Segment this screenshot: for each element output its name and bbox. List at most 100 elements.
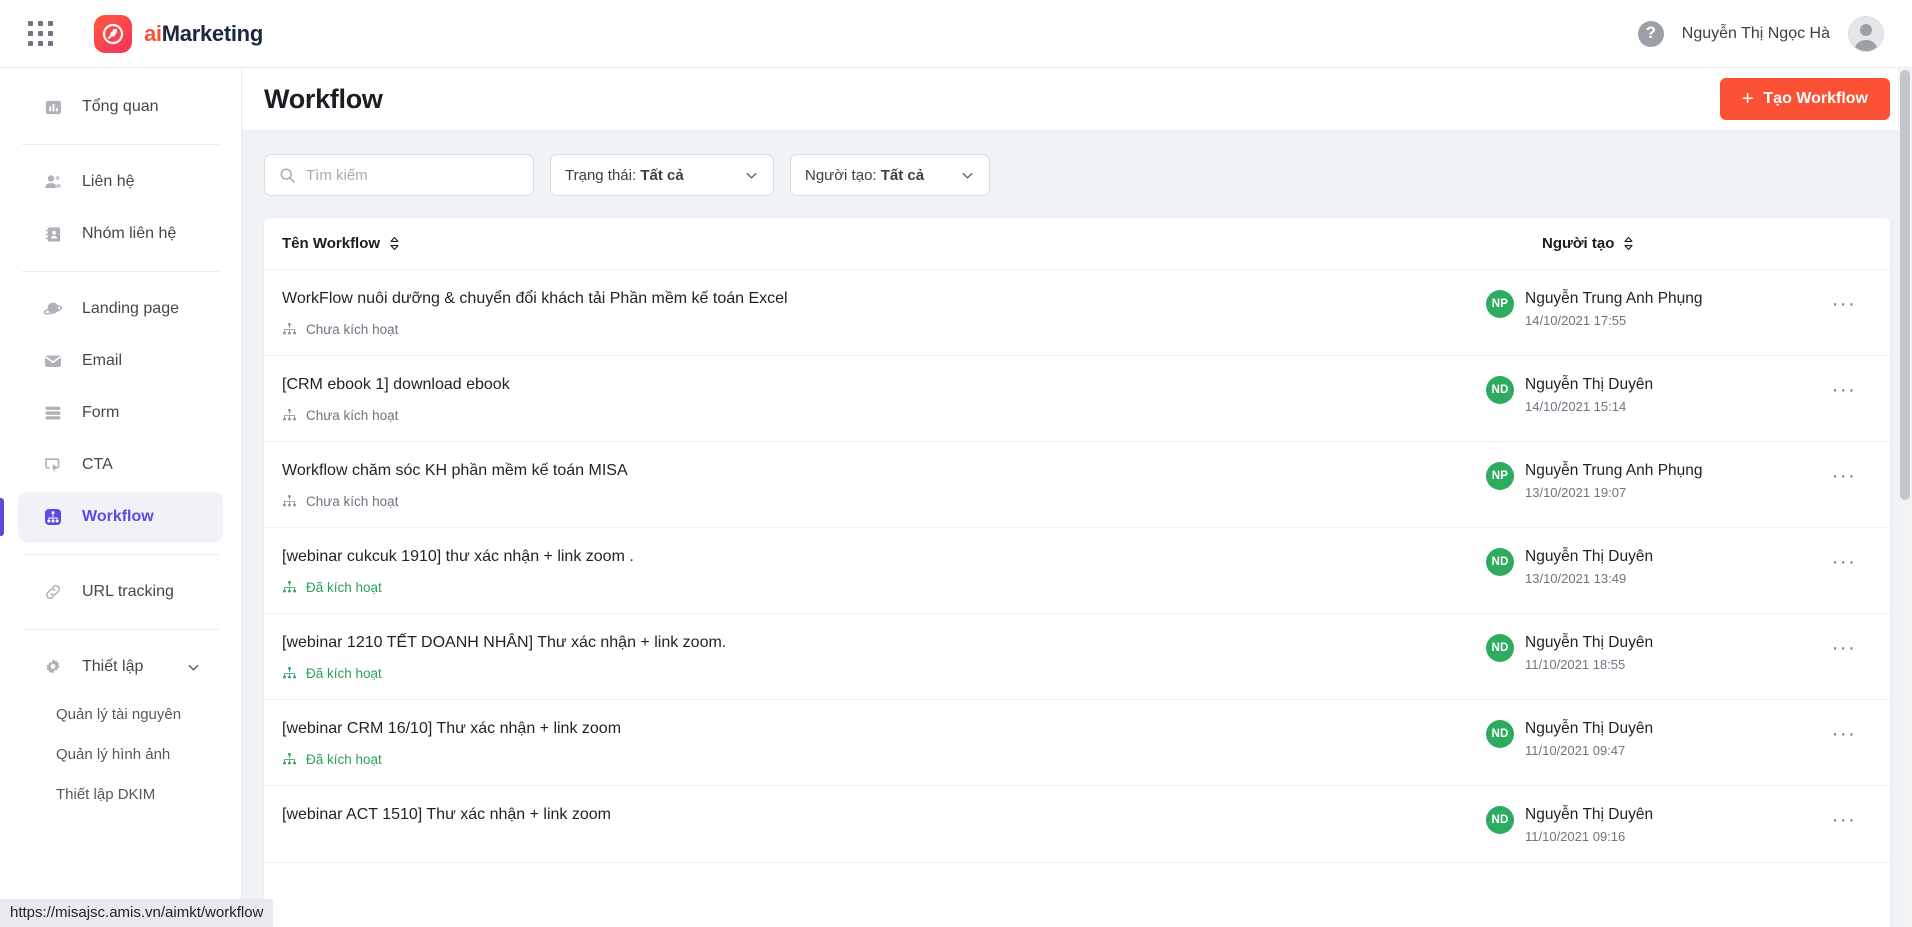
sidebar-item-label: Form <box>82 404 120 421</box>
sidebar-item-thiet-lap[interactable]: Thiết lập <box>18 642 223 692</box>
workflow-name[interactable]: [webinar cukcuk 1910] thư xác nhận + lin… <box>282 548 1486 566</box>
creator-filter-select[interactable]: Người tạo: Tất cả <box>790 154 990 196</box>
workflow-tree-icon <box>282 580 297 595</box>
creator-filter-prefix: Người tạo: <box>805 166 877 184</box>
creator-date: 11/10/2021 09:16 <box>1525 829 1626 844</box>
column-header-name[interactable]: Tên Workflow <box>282 235 1542 252</box>
sidebar-item-lien-he[interactable]: Liên hệ <box>18 157 223 207</box>
creator-cell: ND Nguyễn Thị Duyên 11/10/2021 09:47 <box>1486 718 1816 758</box>
search-box[interactable] <box>264 154 534 196</box>
workflow-name[interactable]: [webinar CRM 16/10] Thư xác nhận + link … <box>282 720 1486 738</box>
status-filter-select[interactable]: Trạng thái: Tất cả <box>550 154 774 196</box>
row-menu-button[interactable]: ··· <box>1832 552 1856 572</box>
sidebar-subitem-quan-ly-hinh-anh[interactable]: Quản lý hình ảnh <box>0 734 241 774</box>
workflow-status-label: Đã kích hoạt <box>306 666 382 681</box>
creator-info: Nguyễn Thị Duyên 11/10/2021 09:47 <box>1525 720 1653 758</box>
workflow-name-cell: Workflow chăm sóc KH phần mềm kế toán MI… <box>282 460 1486 509</box>
column-header-creator-label: Người tạo <box>1542 235 1615 252</box>
contact-book-icon <box>40 225 66 244</box>
creator-cell: NP Nguyễn Trung Anh Phụng 14/10/2021 17:55 <box>1486 288 1816 328</box>
creator-date: 14/10/2021 15:14 <box>1525 399 1627 414</box>
people-icon <box>40 172 66 192</box>
workflow-tree-icon <box>282 322 297 337</box>
workflow-status-label: Chưa kích hoạt <box>306 494 399 509</box>
top-bar: aiMarketing ? Nguyễn Thị Ngọc Hà <box>0 0 1912 68</box>
row-menu-button[interactable]: ··· <box>1832 294 1856 314</box>
sidebar-subitem-quan-ly-tai-nguyen[interactable]: Quản lý tài nguyên <box>0 694 241 734</box>
brand-logo-group[interactable]: aiMarketing <box>94 14 263 53</box>
creator-date: 14/10/2021 17:55 <box>1525 313 1627 328</box>
workflow-name[interactable]: [webinar 1210 TẾT DOANH NHÂN] Thư xác nh… <box>282 634 1486 652</box>
workflow-status-label: Chưa kích hoạt <box>306 322 399 337</box>
row-menu-button[interactable]: ··· <box>1832 638 1856 658</box>
sidebar-item-url-tracking[interactable]: URL tracking <box>18 567 223 617</box>
sidebar-divider <box>22 144 219 145</box>
creator-filter-value: Tất cả <box>880 166 925 184</box>
table-row[interactable]: [webinar ACT 1510] Thư xác nhận + link z… <box>264 786 1890 863</box>
chart-bar-icon <box>40 98 66 117</box>
workflow-tree-icon <box>282 752 297 767</box>
workflow-name-cell: [webinar ACT 1510] Thư xác nhận + link z… <box>282 804 1486 838</box>
search-icon <box>279 167 296 184</box>
row-menu-button[interactable]: ··· <box>1832 810 1856 830</box>
row-menu-button[interactable]: ··· <box>1832 724 1856 744</box>
workflow-name-cell: [webinar CRM 16/10] Thư xác nhận + link … <box>282 718 1486 767</box>
creator-date: 13/10/2021 19:07 <box>1525 485 1627 500</box>
table-row[interactable]: [webinar cukcuk 1910] thư xác nhận + lin… <box>264 528 1890 614</box>
table-row[interactable]: WorkFlow nuôi dưỡng & chuyển đổi khách t… <box>264 270 1890 356</box>
table-row[interactable]: Workflow chăm sóc KH phần mềm kế toán MI… <box>264 442 1890 528</box>
workflow-name[interactable]: WorkFlow nuôi dưỡng & chuyển đổi khách t… <box>282 290 1486 308</box>
creator-name: Nguyễn Thị Duyên <box>1525 376 1654 393</box>
sidebar-item-label: Workflow <box>82 508 154 525</box>
sidebar-item-cta[interactable]: CTA <box>18 440 223 490</box>
sidebar-subitem-label: Thiết lập DKIM <box>56 785 156 803</box>
creator-cell: ND Nguyễn Thị Duyên 14/10/2021 15:14 <box>1486 374 1816 414</box>
create-workflow-button[interactable]: + Tạo Workflow <box>1719 78 1890 120</box>
workflow-name-cell: [CRM ebook 1] download ebook Chưa kích ho… <box>282 374 1486 423</box>
page-header: Workflow + Tạo Workflow <box>242 68 1912 130</box>
avatar[interactable] <box>1848 15 1884 52</box>
workflow-name[interactable]: [webinar ACT 1510] Thư xác nhận + link z… <box>282 806 1486 824</box>
user-name-label[interactable]: Nguyễn Thị Ngọc Hà <box>1682 25 1830 43</box>
creator-date: 13/10/2021 13:49 <box>1525 571 1627 586</box>
workflow-name-cell: [webinar cukcuk 1910] thư xác nhận + lin… <box>282 546 1486 595</box>
sort-icon[interactable] <box>389 236 400 251</box>
sidebar-item-nhom-lien-he[interactable]: Nhóm liên hệ <box>18 209 223 259</box>
column-header-creator[interactable]: Người tạo <box>1542 235 1872 252</box>
table-body: WorkFlow nuôi dưỡng & chuyển đổi khách t… <box>264 270 1890 863</box>
workflow-tree-icon <box>282 666 297 681</box>
creator-avatar: ND <box>1486 634 1514 662</box>
sidebar-item-email[interactable]: Email <box>18 336 223 386</box>
sidebar-item-label: CTA <box>82 456 113 473</box>
grid-apps-icon[interactable] <box>28 20 54 47</box>
creator-name: Nguyễn Thị Duyên <box>1525 634 1654 651</box>
workflow-name[interactable]: Workflow chăm sóc KH phần mềm kế toán MI… <box>282 462 1486 480</box>
creator-name: Nguyễn Thị Duyên <box>1525 720 1654 737</box>
help-icon[interactable]: ? <box>1637 20 1664 47</box>
sidebar-item-landing-page[interactable]: Landing page <box>18 284 223 334</box>
creator-info: Nguyễn Thị Duyên 13/10/2021 13:49 <box>1525 548 1653 586</box>
row-actions-cell: ··· <box>1816 546 1872 572</box>
sidebar-subitem-thiet-lap-dkim[interactable]: Thiết lập DKIM <box>0 774 241 814</box>
search-input[interactable] <box>306 166 519 184</box>
column-header-name-label: Tên Workflow <box>282 235 381 252</box>
table-row[interactable]: [CRM ebook 1] download ebook Chưa kích ho… <box>264 356 1890 442</box>
cta-cursor-icon <box>40 455 66 475</box>
row-menu-button[interactable]: ··· <box>1832 466 1856 486</box>
sidebar-item-tong-quan[interactable]: Tổng quan <box>18 82 223 132</box>
sidebar-item-form[interactable]: Form <box>18 388 223 438</box>
row-actions-cell: ··· <box>1816 718 1872 744</box>
table-row[interactable]: [webinar CRM 16/10] Thư xác nhận + link … <box>264 700 1890 786</box>
sidebar-item-label: Thiết lập <box>82 658 144 675</box>
sidebar-item-label: Email <box>82 352 123 369</box>
sidebar-item-workflow[interactable]: Workflow <box>0 492 223 542</box>
creator-avatar: ND <box>1486 806 1514 834</box>
workflow-name[interactable]: [CRM ebook 1] download ebook <box>282 376 1486 394</box>
status-filter-prefix: Trạng thái: <box>565 166 637 184</box>
table-row[interactable]: [webinar 1210 TẾT DOANH NHÂN] Thư xác nh… <box>264 614 1890 700</box>
sort-icon[interactable] <box>1623 236 1634 251</box>
chevron-down-icon[interactable] <box>186 660 201 675</box>
browser-status-bar-url: https://misajsc.amis.vn/aimkt/workflow <box>0 899 274 927</box>
row-menu-button[interactable]: ··· <box>1832 380 1856 400</box>
workflow-status-label: Chưa kích hoạt <box>306 408 399 423</box>
